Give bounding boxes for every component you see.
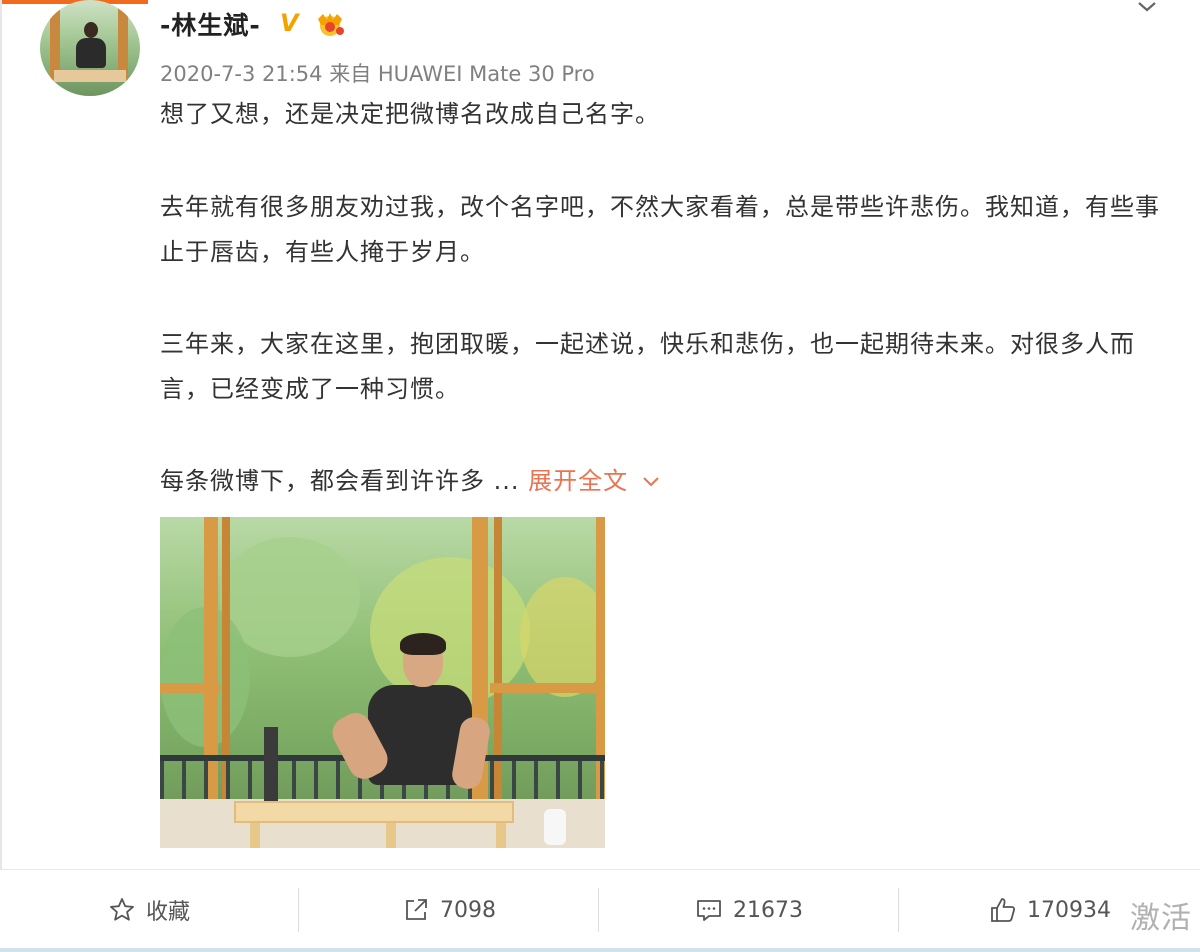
verified-badge[interactable]: V [280,9,299,37]
post-paragraph: 三年来，大家在这里，抱团取暖，一起述说，快乐和悲伤，也一起期待未来。对很多人而言… [160,330,1135,403]
repost-count: 7098 [440,897,496,923]
share-icon [406,899,427,920]
username[interactable]: -林生斌- [160,6,261,42]
photo-post [264,727,278,801]
favorite-label: 收藏 [145,900,190,925]
thumbs-up-icon [991,898,1016,922]
action-divider [898,888,899,932]
window-frame-beam [490,683,605,693]
photo-bottle [544,809,566,845]
photo-table-leg [496,823,506,848]
window-frame-beam [160,683,220,693]
crown-badge-icon[interactable] [314,11,346,37]
chevron-down-icon[interactable] [1136,0,1158,14]
post-paragraph-truncated: 每条微博下，都会看到许许多 ... 展开全文 [160,459,1160,504]
avatar-person-body [76,38,106,68]
avatar-window-frame [118,0,128,80]
like-count: 170934 [1027,897,1111,923]
action-divider [598,888,599,932]
weibo-post-card: -林生斌- V 2020-7-3 21:54 来自 HUAWEI Mate 30… [0,0,1200,952]
action-bar: 收藏 7098 21673 170934 [0,869,1200,952]
photo-table-leg [386,823,396,848]
comment-button[interactable]: 21673 [600,870,898,950]
photo-foliage [520,577,605,697]
post-photo[interactable] [160,517,605,848]
avatar-person-head [84,22,98,38]
post-paragraph: 想了又想，还是决定把微博名改成自己名字。 [160,100,660,128]
activation-watermark: 激活 [1130,901,1192,936]
avatar-window-frame [50,0,60,80]
action-divider [298,888,299,932]
star-icon [110,898,134,921]
post-paragraph: 去年就有很多朋友劝过我，改个名字吧，不然大家看着，总是带些许悲伤。我知道，有些事… [160,193,1160,266]
expand-label: 展开全文 [528,467,629,495]
comment-count: 21673 [733,897,803,923]
favorite-button[interactable]: 收藏 [0,870,298,950]
photo-tea-table [234,801,514,823]
photo-table-leg [250,823,260,848]
expand-full-text-link[interactable]: 展开全文 [528,467,660,495]
avatar[interactable] [40,0,140,96]
post-meta: 2020-7-3 21:54 来自 HUAWEI Mate 30 Pro [160,62,595,86]
chevron-down-icon [643,477,659,487]
comment-icon [697,900,721,921]
avatar-table [54,70,126,82]
truncated-text: 每条微博下，都会看到许许多 ... [160,467,520,495]
photo-person-hair [400,633,446,655]
repost-button[interactable]: 7098 [300,870,598,950]
bottom-border [0,948,1200,952]
left-border [0,0,2,952]
